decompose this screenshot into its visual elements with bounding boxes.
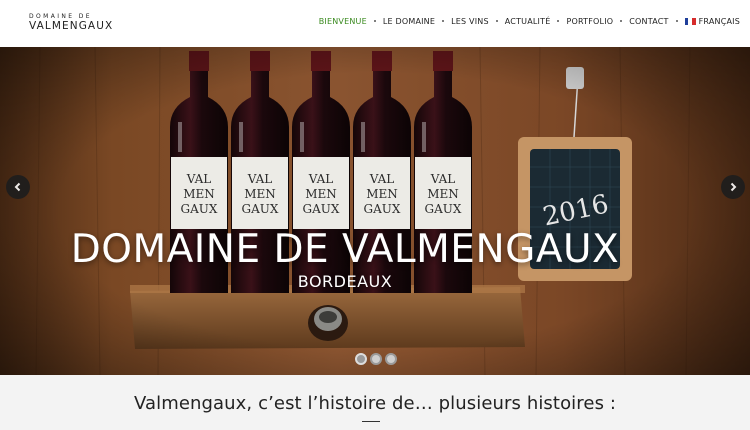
french-flag-icon xyxy=(684,17,696,25)
intro-divider xyxy=(362,421,380,422)
slider-prev-button[interactable] xyxy=(6,175,30,199)
hero-subtitle: BORDEAUX xyxy=(297,272,393,291)
nav-separator xyxy=(675,20,678,22)
hero-background-image: VALMENGAUXVALMENGAUXVALMENGAUXVALMENGAUX… xyxy=(0,47,750,375)
intro-section: Valmengaux, c’est l’histoire de… plusieu… xyxy=(0,375,750,430)
nav-separator xyxy=(495,20,498,22)
site-header: DOMAINE DE VALMENGAUX BIENVENUE LE DOMAI… xyxy=(0,0,750,47)
logo-top-text: DOMAINE DE xyxy=(29,13,92,20)
nav-item-contact[interactable]: CONTACT xyxy=(629,17,668,26)
slider-dot-1[interactable] xyxy=(355,353,367,365)
main-nav: BIENVENUE LE DOMAINE LES VINS ACTUALITÉ … xyxy=(319,14,740,28)
nav-item-portfolio[interactable]: PORTFOLIO xyxy=(566,17,613,26)
nav-separator xyxy=(620,20,623,22)
hero-slider: VALMENGAUXVALMENGAUXVALMENGAUXVALMENGAUX… xyxy=(0,47,750,375)
slider-next-button[interactable] xyxy=(721,175,745,199)
slider-dot-3[interactable] xyxy=(385,353,397,365)
site-logo[interactable]: DOMAINE DE VALMENGAUX xyxy=(29,13,129,35)
nav-separator xyxy=(557,20,560,22)
chevron-left-icon xyxy=(14,182,21,192)
hero-title: DOMAINE DE VALMENGAUX xyxy=(70,227,620,272)
nav-item-actualite[interactable]: ACTUALITÉ xyxy=(505,17,551,26)
nav-item-bienvenue[interactable]: BIENVENUE xyxy=(319,17,367,26)
nav-item-les-vins[interactable]: LES VINS xyxy=(451,17,489,26)
chevron-right-icon xyxy=(730,182,737,192)
nav-separator xyxy=(442,20,445,22)
intro-heading: Valmengaux, c’est l’histoire de… plusieu… xyxy=(133,393,617,414)
language-switcher[interactable]: FRANÇAIS xyxy=(684,16,740,26)
slider-pagination xyxy=(355,353,397,365)
logo-main-text: VALMENGAUX xyxy=(29,20,114,32)
language-label: FRANÇAIS xyxy=(698,16,740,26)
nav-separator xyxy=(373,20,376,22)
slider-dot-2[interactable] xyxy=(370,353,382,365)
nav-item-le-domaine[interactable]: LE DOMAINE xyxy=(383,17,435,26)
